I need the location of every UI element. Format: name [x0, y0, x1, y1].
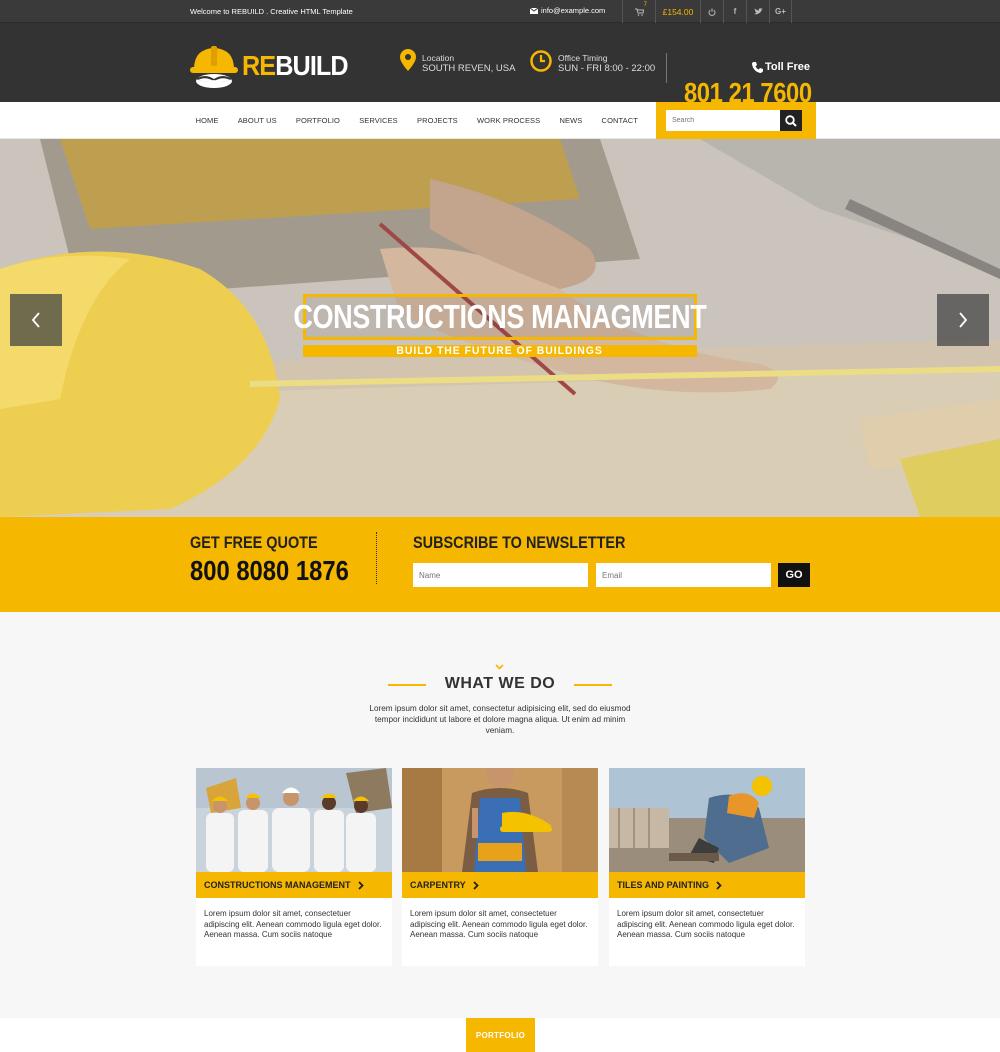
chevron-right-icon: [959, 312, 968, 328]
chevron-right-icon: [473, 880, 479, 890]
main-nav: HOME ABOUT US PORTFOLIO SERVICES PROJECT…: [0, 102, 1000, 139]
nav-item-work-process[interactable]: WORK PROCESS: [467, 116, 549, 125]
newsletter-go-button[interactable]: GO: [778, 563, 810, 587]
title-line-right: [574, 684, 612, 686]
free-quote-heading: GET FREE QUOTE: [190, 533, 318, 552]
search-icon: [785, 114, 797, 127]
card-title: CONSTRUCTIONS MANAGEMENT: [204, 880, 351, 890]
logo[interactable]: REBUILD: [190, 43, 359, 89]
search-button[interactable]: [780, 110, 802, 131]
team-workers-image: [196, 768, 392, 872]
quote-divider: [376, 532, 377, 584]
slider-prev-button[interactable]: [10, 294, 62, 346]
timing-label: Office Timing: [558, 53, 608, 63]
service-card[interactable]: TILES AND PAINTING Lorem ipsum dolor sit…: [609, 768, 805, 966]
header-divider: [666, 53, 667, 83]
power-button[interactable]: [700, 0, 723, 23]
what-we-do-title: WHAT WE DO: [444, 675, 556, 692]
hero-title: CONSTRUCTIONS MANAGMENT: [294, 294, 707, 340]
nav-item-about-us[interactable]: ABOUT US: [228, 116, 286, 125]
map-pin-icon: [400, 49, 416, 71]
phone-icon: [752, 61, 763, 73]
nav-item-news[interactable]: NEWS: [550, 116, 592, 125]
card-title-bar[interactable]: CARPENTRY: [402, 872, 598, 898]
location-info: Location SOUTH REVEN, USA: [400, 49, 516, 74]
nav-item-portfolio[interactable]: PORTFOLIO: [286, 116, 349, 125]
clock-icon: [530, 50, 552, 72]
free-quote-number[interactable]: 800 8080 1876: [190, 555, 349, 587]
chevron-right-icon: [716, 880, 722, 890]
service-card[interactable]: CARPENTRY Lorem ipsum dolor sit amet, co…: [402, 768, 598, 966]
card-title-bar[interactable]: TILES AND PAINTING: [609, 872, 805, 898]
newsletter-name-input[interactable]: [413, 563, 588, 587]
card-title: TILES AND PAINTING: [617, 880, 709, 890]
quote-newsletter-band: GET FREE QUOTE 800 8080 1876 SUBSCRIBE T…: [0, 517, 1000, 612]
site-header: REBUILD Location SOUTH REVEN, USA Office…: [0, 23, 1000, 108]
what-we-do-description: Lorem ipsum dolor sit amet, consectetur …: [369, 704, 631, 735]
search-box: [656, 102, 816, 139]
card-title-bar[interactable]: CONSTRUCTIONS MANAGEMENT: [196, 872, 392, 898]
cart-total[interactable]: £154.00: [655, 0, 700, 23]
portfolio-tab[interactable]: PORTFOLIO: [466, 1018, 535, 1052]
facebook-icon: f: [733, 7, 737, 16]
toll-free-label: Toll Free: [752, 61, 810, 73]
card-title: CARPENTRY: [410, 880, 466, 890]
twitter-icon: [753, 8, 763, 15]
hard-hat-logo-icon: [190, 46, 238, 88]
cart-icon: [634, 8, 644, 16]
welcome-text: Welcome to REBUILD . Creative HTML Templ…: [190, 7, 353, 16]
card-text: Lorem ipsum dolor sit amet, consectetuer…: [204, 909, 382, 939]
cart-button[interactable]: 7: [622, 0, 655, 23]
what-we-do-section: WHAT WE DO Lorem ipsum dolor sit amet, c…: [0, 612, 1000, 1017]
newsletter-heading: SUBSCRIBE TO NEWSLETTER: [413, 533, 626, 552]
envelope-icon: [530, 7, 538, 14]
search-input[interactable]: [666, 110, 780, 131]
hero-slider: CONSTRUCTIONS MANAGMENT BUILD THE FUTURE…: [0, 139, 1000, 517]
timing-value: SUN - FRI 8:00 - 22:00: [558, 63, 656, 74]
google-plus-icon: G+: [775, 7, 786, 16]
hero-subtitle: BUILD THE FUTURE OF BUILDINGS: [303, 345, 697, 357]
card-text: Lorem ipsum dolor sit amet, consectetuer…: [617, 909, 795, 939]
office-timing-info: Office Timing SUN - FRI 8:00 - 22:00: [530, 50, 656, 74]
chevron-right-icon: [357, 880, 364, 890]
twitter-button[interactable]: [746, 0, 769, 23]
chevron-left-icon: [31, 312, 40, 328]
location-label: Location: [422, 53, 455, 63]
card-text: Lorem ipsum dolor sit amet, consectetuer…: [410, 909, 588, 939]
carpenter-image: [402, 768, 598, 872]
facebook-button[interactable]: f: [723, 0, 746, 23]
nav-item-contact[interactable]: CONTACT: [592, 116, 648, 125]
google-plus-button[interactable]: G+: [769, 0, 792, 23]
email-link[interactable]: info@example.com: [530, 6, 605, 15]
nav-item-home[interactable]: HOME: [186, 116, 228, 125]
service-card[interactable]: CONSTRUCTIONS MANAGEMENT Lorem ipsum dol…: [196, 768, 392, 966]
power-icon: [708, 8, 716, 16]
email-text: info@example.com: [541, 6, 606, 15]
nav-item-projects[interactable]: PROJECTS: [407, 116, 467, 125]
chevron-down-icon: [495, 662, 504, 672]
slider-next-button[interactable]: [937, 294, 989, 346]
tiler-image: [609, 768, 805, 872]
location-value: SOUTH REVEN, USA: [422, 63, 516, 74]
top-bar: Welcome to REBUILD . Creative HTML Templ…: [0, 0, 1000, 23]
cart-count: 7: [643, 2, 647, 8]
newsletter-email-input[interactable]: [596, 563, 771, 587]
nav-item-services[interactable]: SERVICES: [350, 116, 408, 125]
logo-text: REBUILD: [242, 50, 349, 81]
